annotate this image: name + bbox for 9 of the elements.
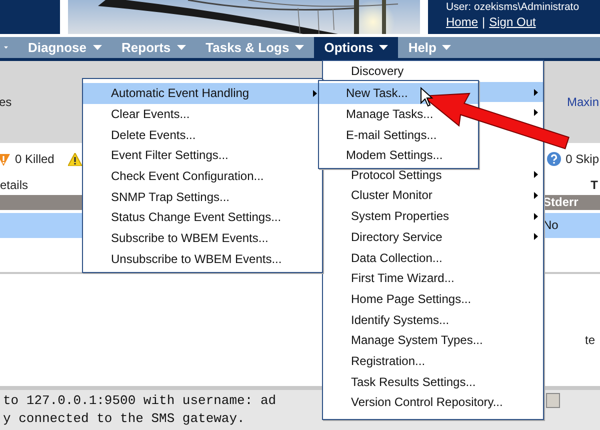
status-count: 0 Skip <box>566 152 599 166</box>
console-line: y connected to the SMS gateway. <box>3 410 245 428</box>
link-separator: | <box>482 15 486 30</box>
user-label: User: ozekisms\Administrato <box>446 0 580 15</box>
status-count: 0 Killed <box>15 152 54 166</box>
section-title: T <box>590 178 598 192</box>
text-fragment: te <box>584 333 595 347</box>
section-title: etails <box>0 178 28 192</box>
console-line: to 127.0.0.1:9500 with username: ad <box>3 392 276 410</box>
